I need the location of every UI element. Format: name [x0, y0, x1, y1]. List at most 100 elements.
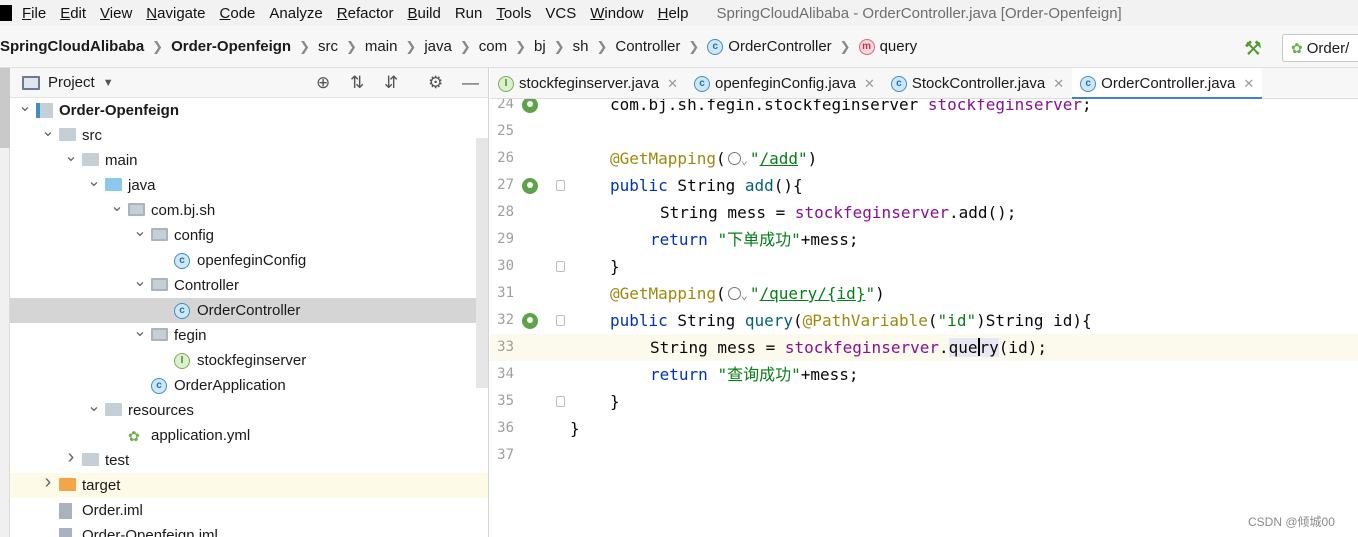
- code-line: 28 String mess = stockfeginserver.add();: [490, 199, 1358, 226]
- menu-item-navigate[interactable]: Navigate: [146, 5, 205, 22]
- chevron-right-icon[interactable]: ›: [41, 471, 55, 494]
- fold-marker-icon[interactable]: [556, 180, 565, 191]
- editor-tab[interactable]: c StockController.java ✕: [883, 68, 1072, 99]
- tree-item[interactable]: › target: [10, 471, 488, 498]
- globe-icon[interactable]: [727, 287, 741, 300]
- project-tool-button[interactable]: [0, 68, 10, 148]
- editor-tab[interactable]: c openfeginConfig.java ✕: [686, 68, 883, 99]
- expand-all-icon[interactable]: ⇅: [350, 73, 364, 93]
- code-text: return "查询成功"+mess;: [650, 361, 859, 388]
- chevron-down-icon[interactable]: ⌄: [133, 221, 147, 241]
- tree-item[interactable]: ⌄ src: [10, 121, 488, 148]
- spring-bean-gutter-icon[interactable]: [522, 313, 538, 329]
- code-token: "下单成功": [717, 230, 801, 249]
- close-icon[interactable]: ✕: [667, 76, 678, 92]
- chevron-down-icon[interactable]: ⌄: [133, 321, 147, 341]
- tree-item[interactable]: c OrderController: [10, 298, 488, 323]
- build-hammer-icon[interactable]: ⚒: [1244, 36, 1262, 61]
- chevron-down-icon[interactable]: ⌄: [18, 96, 32, 116]
- tree-item[interactable]: ⌄ config: [10, 221, 488, 248]
- locate-target-icon[interactable]: ⊕: [316, 73, 330, 93]
- tree-item[interactable]: ⌄ resources: [10, 396, 488, 423]
- tree-item[interactable]: c openfeginConfig: [10, 248, 488, 273]
- code-token: )String id){: [976, 311, 1092, 330]
- breadcrumb-item[interactable]: m query: [858, 38, 917, 55]
- spring-bean-gutter-icon[interactable]: [522, 99, 538, 113]
- breadcrumb-label: Order-Openfeign: [171, 38, 292, 55]
- menu-item-refactor[interactable]: Refactor: [337, 5, 394, 22]
- run-configuration-selector[interactable]: ✿ Order/: [1282, 34, 1358, 62]
- chevron-down-icon[interactable]: ⌄: [41, 121, 55, 141]
- tree-item[interactable]: ⌄ fegin: [10, 321, 488, 348]
- breadcrumb-label: src: [318, 38, 338, 55]
- breadcrumb-item[interactable]: SpringCloudAlibaba: [0, 38, 144, 55]
- project-view-selector[interactable]: Project: [48, 74, 95, 91]
- collapse-all-icon[interactable]: ⇵: [384, 73, 398, 93]
- chevron-down-icon[interactable]: ⌄: [87, 171, 101, 191]
- menu-item-view[interactable]: View: [100, 5, 132, 22]
- tree-item[interactable]: c OrderApplication: [10, 373, 488, 398]
- code-token: public: [610, 311, 668, 330]
- spring-bean-gutter-icon[interactable]: [522, 178, 538, 194]
- globe-icon[interactable]: [727, 152, 741, 165]
- close-icon[interactable]: ✕: [1053, 76, 1064, 92]
- breadcrumb-label: bj: [534, 38, 546, 55]
- menu-item-code[interactable]: Code: [220, 5, 256, 22]
- menu-item-run[interactable]: Run: [455, 5, 483, 22]
- chevron-down-icon[interactable]: ⌄: [741, 288, 748, 302]
- close-icon[interactable]: ✕: [1243, 76, 1254, 92]
- tree-item[interactable]: ⌄ com.bj.sh: [10, 196, 488, 223]
- menu-item-tools[interactable]: Tools: [496, 5, 531, 22]
- chevron-down-icon[interactable]: ⌄: [741, 153, 748, 167]
- code-text: String mess = stockfeginserver.add();: [660, 199, 1016, 226]
- breadcrumb-item[interactable]: Order-Openfeign: [171, 38, 291, 55]
- menu-item-window[interactable]: Window: [590, 5, 643, 22]
- navigation-bar: SpringCloudAlibaba ❯ Order-Openfeign ❯ src ❯ m…: [0, 26, 1358, 68]
- tree-item-label: target: [82, 477, 121, 494]
- tree-item[interactable]: ⌄ java: [10, 171, 488, 198]
- tree-item[interactable]: ⌄ main: [10, 146, 488, 173]
- tree-item-label: Order.iml: [82, 502, 143, 519]
- hide-panel-icon[interactable]: —: [462, 73, 479, 93]
- breadcrumb-item[interactable]: src: [318, 38, 338, 55]
- chevron-down-icon[interactable]: ⌄: [64, 146, 78, 166]
- editor-tab[interactable]: c OrderController.java ✕: [1072, 68, 1263, 100]
- chevron-down-icon[interactable]: ⌄: [110, 196, 124, 216]
- breadcrumb-item[interactable]: java: [424, 38, 452, 55]
- menu-item-build[interactable]: Build: [407, 5, 440, 22]
- breadcrumb-item[interactable]: Controller: [615, 38, 680, 55]
- menu-item-file[interactable]: File: [22, 5, 46, 22]
- tree-item[interactable]: Order.iml: [10, 498, 488, 523]
- breadcrumb-item[interactable]: bj: [534, 38, 546, 55]
- tree-item[interactable]: Order-Openfeign.iml: [10, 523, 488, 537]
- breadcrumb-item[interactable]: com: [479, 38, 507, 55]
- editor-tab[interactable]: Istockfeginserver.java ✕: [490, 68, 686, 99]
- tree-item[interactable]: ✿ application.yml: [10, 423, 488, 448]
- chevron-down-icon[interactable]: ▼: [103, 77, 114, 89]
- chevron-down-icon[interactable]: ⌄: [87, 396, 101, 416]
- menu-item-help[interactable]: Help: [658, 5, 689, 22]
- breadcrumb-item[interactable]: sh: [573, 38, 589, 55]
- fold-marker-icon[interactable]: [556, 261, 565, 272]
- tree-item[interactable]: › test: [10, 446, 488, 473]
- tree-item[interactable]: Istockfeginserver: [10, 348, 488, 373]
- fold-marker-icon[interactable]: [556, 315, 565, 326]
- chevron-down-icon[interactable]: ⌄: [133, 271, 147, 291]
- tree-item[interactable]: ⌄ Order-Openfeign: [10, 96, 488, 123]
- tree-item[interactable]: ⌄ Controller: [10, 271, 488, 298]
- breadcrumb-item[interactable]: main: [365, 38, 398, 55]
- code-editor[interactable]: 24 com.bj.sh.fegin.stockfeginserver stock…: [490, 99, 1358, 537]
- menu-items: File Edit View Navigate Code Analyze Refactor B…: [22, 5, 703, 22]
- gear-icon[interactable]: ⚙: [428, 73, 443, 93]
- menu-item-analyze[interactable]: Analyze: [269, 5, 322, 22]
- code-token: (: [793, 311, 803, 330]
- menu-item-vcs[interactable]: VCS: [545, 5, 576, 22]
- tree-scrollbar[interactable]: [476, 138, 488, 388]
- chevron-right-icon[interactable]: ›: [64, 446, 78, 469]
- menu-item-edit[interactable]: Edit: [60, 5, 86, 22]
- breadcrumb-label: sh: [572, 38, 589, 55]
- fold-marker-icon[interactable]: [556, 396, 565, 407]
- breadcrumb-item[interactable]: c OrderController: [707, 38, 832, 55]
- close-icon[interactable]: ✕: [864, 76, 875, 92]
- breadcrumb: SpringCloudAlibaba ❯ Order-Openfeign ❯ src ❯ m…: [0, 38, 917, 55]
